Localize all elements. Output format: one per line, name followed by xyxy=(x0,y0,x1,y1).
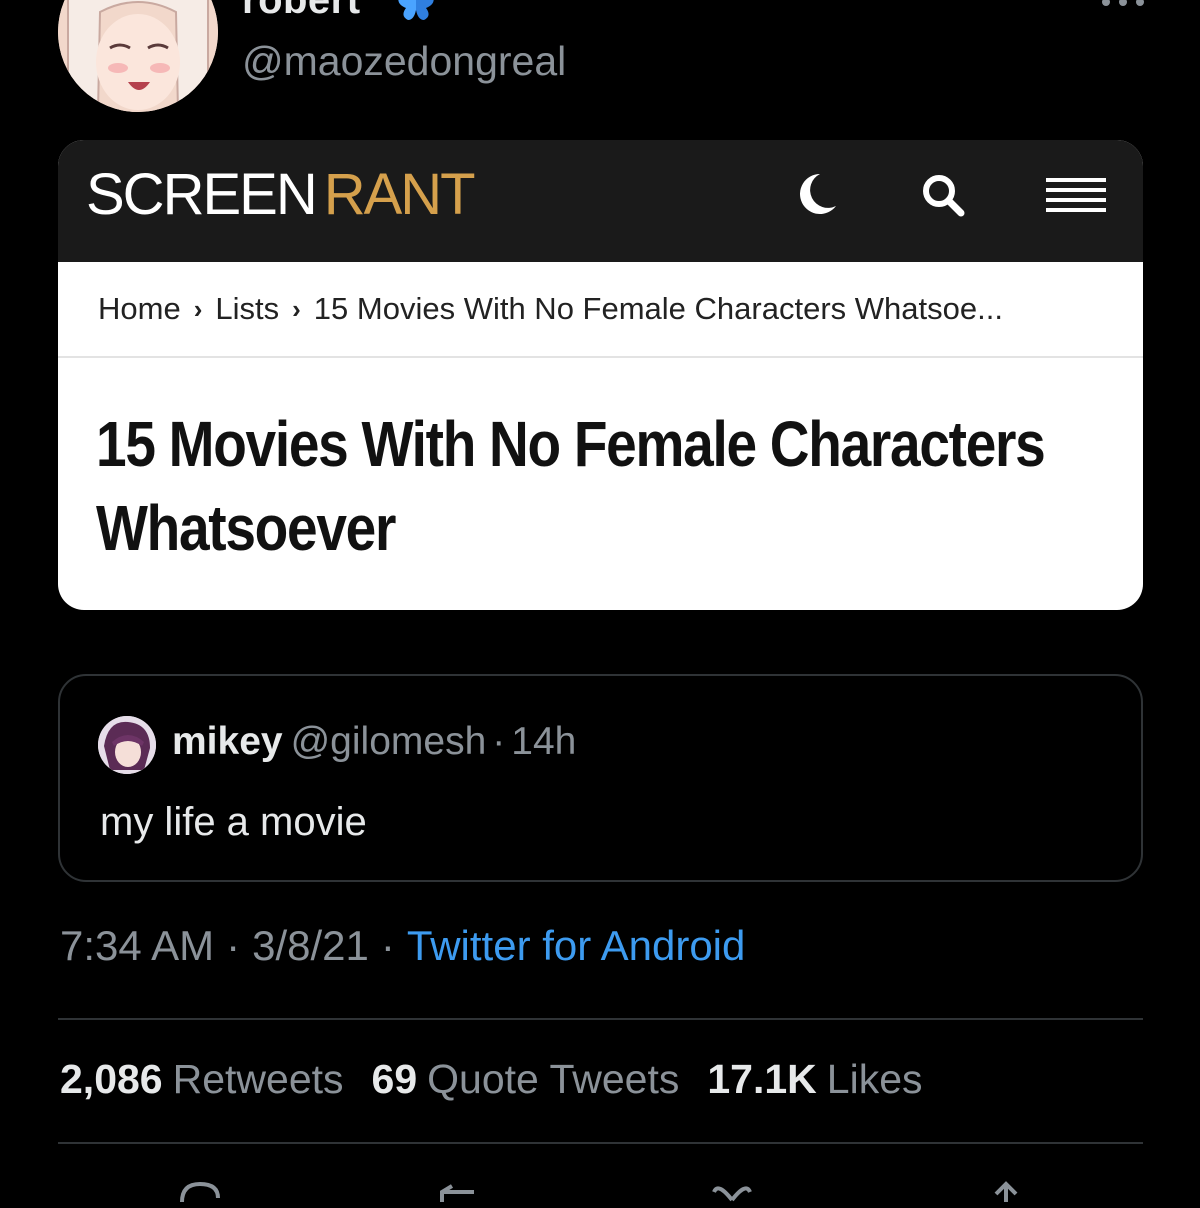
chevron-right-icon: › xyxy=(292,293,301,324)
divider xyxy=(58,1018,1143,1020)
retweets-stat[interactable]: 2,086 Retweets xyxy=(60,1056,372,1102)
quote-display-name[interactable]: mikey xyxy=(172,720,283,763)
tweet-source-link[interactable]: Twitter for Android xyxy=(407,922,745,969)
quote-avatar[interactable] xyxy=(98,716,156,774)
separator-dot: · xyxy=(492,720,506,763)
author-display-name[interactable]: robert xyxy=(242,0,361,23)
like-icon[interactable] xyxy=(708,1178,756,1208)
quote-text: my life a movie xyxy=(100,800,367,844)
butterfly-icon xyxy=(398,0,434,20)
more-icon[interactable] xyxy=(1098,0,1148,14)
divider xyxy=(58,1142,1143,1144)
author-handle[interactable]: @maozedongreal xyxy=(242,38,566,85)
tweet-date[interactable]: 3/8/21 xyxy=(252,922,369,969)
moon-icon xyxy=(800,174,836,214)
chevron-right-icon: › xyxy=(193,293,203,324)
quote-handle[interactable]: @gilomesh xyxy=(291,720,487,763)
quote-tweets-stat[interactable]: 69 Quote Tweets xyxy=(372,1056,708,1102)
breadcrumb-lists: Lists xyxy=(215,291,280,326)
retweet-icon[interactable] xyxy=(434,1178,482,1208)
breadcrumb-home: Home xyxy=(98,291,181,326)
share-icon[interactable] xyxy=(982,1178,1030,1208)
tweet-meta: 7:34 AM · 3/8/21 · Twitter for Android xyxy=(60,922,745,970)
screenrant-logo: SCREEN RANT xyxy=(86,162,476,227)
quote-header: mikey @gilomesh · 14h xyxy=(172,720,576,764)
likes-stat[interactable]: 17.1K Likes xyxy=(707,1056,950,1102)
search-icon xyxy=(923,175,965,217)
quote-time: 14h xyxy=(511,720,577,763)
hamburger-menu-icon xyxy=(1046,178,1106,212)
reply-icon[interactable] xyxy=(176,1178,224,1208)
tweet-time[interactable]: 7:34 AM xyxy=(60,922,214,969)
quoted-tweet[interactable]: mikey @gilomesh · 14h my life a movie xyxy=(58,674,1143,882)
separator-dot: · xyxy=(226,922,241,969)
attached-image[interactable]: SCREEN RANT Home › Lists › 15 Movies With… xyxy=(58,140,1143,610)
author-avatar[interactable] xyxy=(58,0,218,112)
breadcrumb: Home › Lists › 15 Movies With No Female … xyxy=(58,262,1143,358)
breadcrumb-article: 15 Movies With No Female Characters What… xyxy=(313,291,1003,326)
separator-dot: · xyxy=(380,922,395,969)
tweet-stats: 2,086 Retweets 69 Quote Tweets 17.1K Likes xyxy=(60,1056,951,1103)
screenrant-navbar: SCREEN RANT xyxy=(58,140,1143,262)
article-title: 15 Movies With No Female Characters What… xyxy=(96,408,1046,564)
